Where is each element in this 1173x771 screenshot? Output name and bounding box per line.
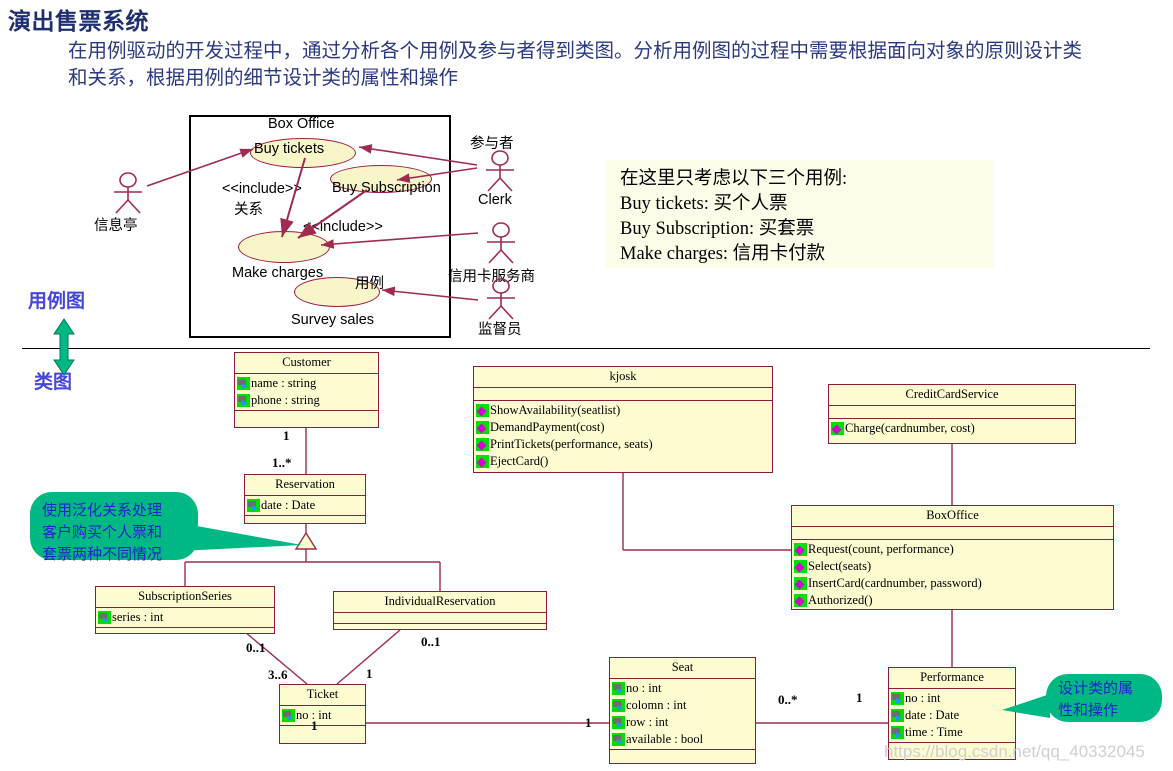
attribute-icon xyxy=(612,716,625,729)
class-box-kjosk[interactable]: kjosk ShowAvailability(seatlist) DemandP… xyxy=(473,366,773,473)
multiplicity-subscriptionseries-end: 0..1 xyxy=(246,640,266,655)
attribute-icon xyxy=(237,394,250,407)
class-name-subscriptionseries: SubscriptionSeries xyxy=(96,587,274,608)
operation-icon xyxy=(476,421,489,434)
callout-line: 设计类的属 xyxy=(1058,680,1134,697)
attribute-icon xyxy=(891,709,904,722)
class-box-creditcardservice[interactable]: CreditCardService Charge(cardnumber, cos… xyxy=(828,384,1076,444)
attribute-label: colomn : int xyxy=(626,698,687,712)
class-attributes-individualreservation xyxy=(334,613,546,624)
multiplicity-customer-end: 1 xyxy=(283,428,290,443)
operation-label: InsertCard(cardnumber, password) xyxy=(808,576,982,590)
attribute-icon xyxy=(282,709,295,722)
class-operations-seat xyxy=(610,750,755,766)
attribute-icon xyxy=(891,726,904,739)
multiplicity-ticket-from-series: 3..6 xyxy=(268,667,288,682)
class-name-kjosk: kjosk xyxy=(474,367,772,388)
attribute-label: time : Time xyxy=(905,725,963,739)
operation-label: Charge(cardnumber, cost) xyxy=(845,421,975,435)
class-box-boxoffice[interactable]: BoxOffice Request(count, performance) Se… xyxy=(791,505,1114,610)
class-name-ticket: Ticket xyxy=(280,685,365,706)
class-operations-boxoffice: Request(count, performance) Select(seats… xyxy=(792,540,1113,610)
attribute-label: series : int xyxy=(112,610,164,624)
operation-label: DemandPayment(cost) xyxy=(490,420,605,434)
class-operations-customer xyxy=(235,411,378,431)
class-name-performance: Performance xyxy=(889,668,1015,689)
operation-icon xyxy=(794,560,807,573)
operation-icon xyxy=(476,438,489,451)
callout-generalization-note: 使用泛化关系处理 客户购买个人票和 套票两种不同情况 xyxy=(30,492,198,563)
multiplicity-ticket-seat-right: 1 xyxy=(585,715,592,730)
operation-label: EjectCard() xyxy=(490,454,549,468)
multiplicity-seat-performance-right: 1 xyxy=(856,690,863,705)
operation-label: Authorized() xyxy=(808,593,873,607)
class-attributes-subscriptionseries: series : int xyxy=(96,608,274,628)
class-name-seat: Seat xyxy=(610,658,755,679)
operation-icon xyxy=(831,422,844,435)
class-attributes-ticket: no : int xyxy=(280,706,365,726)
attribute-icon xyxy=(891,692,904,705)
class-box-individualreservation[interactable]: IndividualReservation xyxy=(333,591,547,630)
attribute-icon xyxy=(612,682,625,695)
class-name-boxoffice: BoxOffice xyxy=(792,506,1113,527)
multiplicity-individualreservation-end: 0..1 xyxy=(421,634,441,649)
class-attributes-performance: no : int date : Date time : Time xyxy=(889,689,1015,743)
class-name-customer: Customer xyxy=(235,353,378,374)
class-operations-ticket xyxy=(280,726,365,744)
attribute-icon xyxy=(237,377,250,390)
class-attributes-reservation: date : Date xyxy=(245,496,365,516)
multiplicity-reservation-end: 1..* xyxy=(272,455,292,470)
class-box-seat[interactable]: Seat no : int colomn : int row : int ava… xyxy=(609,657,756,764)
attribute-icon xyxy=(98,611,111,624)
class-attributes-creditcardservice xyxy=(829,406,1075,419)
class-attributes-seat: no : int colomn : int row : int availabl… xyxy=(610,679,755,750)
operation-icon xyxy=(794,577,807,590)
attribute-label: no : int xyxy=(626,681,662,695)
class-box-subscriptionseries[interactable]: SubscriptionSeries series : int xyxy=(95,586,275,634)
operation-icon xyxy=(794,543,807,556)
class-operations-kjosk: ShowAvailability(seatlist) DemandPayment… xyxy=(474,401,772,471)
class-attributes-boxoffice xyxy=(792,527,1113,540)
operation-label: Request(count, performance) xyxy=(808,542,954,556)
class-name-individualreservation: IndividualReservation xyxy=(334,592,546,613)
attribute-label: date : Date xyxy=(905,708,960,722)
class-attributes-kjosk xyxy=(474,388,772,401)
operation-icon xyxy=(794,594,807,607)
class-box-customer[interactable]: Customer name : string phone : string xyxy=(234,352,379,428)
attribute-label: name : string xyxy=(251,376,317,390)
attribute-icon xyxy=(612,699,625,712)
class-attributes-customer: name : string phone : string xyxy=(235,374,378,411)
callout-line: 客户购买个人票和 xyxy=(42,524,163,541)
attribute-label: available : bool xyxy=(626,732,704,746)
multiplicity-ticket-from-individual: 1 xyxy=(366,666,373,681)
class-operations-creditcardservice: Charge(cardnumber, cost) xyxy=(829,419,1075,438)
class-name-reservation: Reservation xyxy=(245,475,365,496)
attribute-label: no : int xyxy=(905,691,941,705)
attribute-label: date : Date xyxy=(261,498,316,512)
multiplicity-ticket-seat-left: 1 xyxy=(311,718,318,733)
class-box-ticket[interactable]: Ticket no : int xyxy=(279,684,366,744)
operation-label: PrintTickets(performance, seats) xyxy=(490,437,653,451)
callout-line: 套票两种不同情况 xyxy=(42,546,163,563)
class-name-creditcardservice: CreditCardService xyxy=(829,385,1075,406)
operation-icon xyxy=(476,455,489,468)
operation-label: Select(seats) xyxy=(808,559,872,573)
attribute-icon xyxy=(612,733,625,746)
attribute-icon xyxy=(247,499,260,512)
operation-label: ShowAvailability(seatlist) xyxy=(490,403,621,417)
callout-generalization-tail xyxy=(180,523,302,551)
callout-line: 性和操作 xyxy=(1058,702,1119,719)
attribute-label: phone : string xyxy=(251,393,320,407)
multiplicity-seat-performance-left: 0..* xyxy=(778,692,798,707)
attribute-label: row : int xyxy=(626,715,669,729)
class-operations-subscriptionseries xyxy=(96,628,274,640)
callout-attributes-operations-note: 设计类的属 性和操作 xyxy=(1046,674,1162,722)
operation-icon xyxy=(476,404,489,417)
watermark-text: https://blog.csdn.net/qq_40332045 xyxy=(884,742,1145,761)
callout-line: 使用泛化关系处理 xyxy=(42,502,163,519)
